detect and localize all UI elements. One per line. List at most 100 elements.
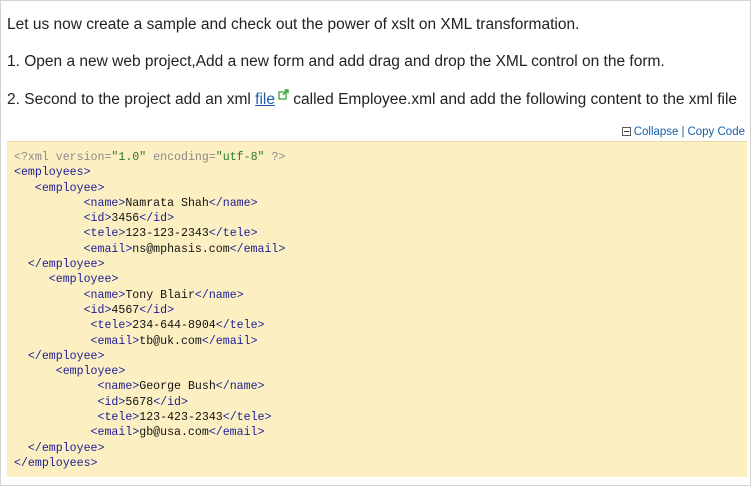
code-token-tag: </tele>: [215, 319, 265, 333]
code-line: <email>gb@usa.com</email>: [14, 425, 285, 440]
code-token-tag: <tele>: [90, 319, 133, 333]
code-token-tag: <id>: [83, 303, 112, 317]
step-two-suffix: called Employee.xml and add the followin…: [288, 91, 738, 108]
code-line: <tele>123-423-2343</tele>: [14, 410, 285, 425]
code-token-tag: <email>: [90, 426, 140, 440]
code-token-text: 123-423-2343: [139, 411, 223, 425]
code-token-tag: <employees>: [14, 166, 91, 180]
code-token-tag: <tele>: [83, 227, 126, 241]
code-line: <employee>: [14, 181, 285, 196]
step-one-text: 1. Open a new web project,Add a new form…: [7, 53, 665, 70]
code-token-tag: <name>: [97, 380, 140, 394]
code-line: <?xml version="1.0" encoding="utf-8" ?>: [14, 150, 285, 165]
code-line: <name>Namrata Shah</name>: [14, 196, 285, 211]
code-line: <employee>: [14, 364, 285, 379]
code-token-tag: <name>: [83, 288, 126, 302]
code-token-tag: <name>: [83, 196, 126, 210]
step-one-paragraph: 1. Open a new web project,Add a new form…: [7, 53, 665, 71]
code-line: <id>4567</id>: [14, 303, 285, 318]
code-token-tag: <id>: [97, 395, 126, 409]
code-line: </employee>: [14, 441, 285, 456]
copy-code-link[interactable]: Copy Code: [687, 126, 745, 138]
code-line: <name>Tony Blair</name>: [14, 288, 285, 303]
external-link-icon[interactable]: [278, 87, 289, 100]
collapse-box-icon[interactable]: [621, 127, 631, 136]
code-token-tag: </name>: [215, 380, 265, 394]
code-token-text: Tony Blair: [125, 288, 195, 302]
code-token-tag: </tele>: [208, 227, 258, 241]
code-token-tag: <employee>: [55, 365, 126, 379]
code-block: <?xml version="1.0" encoding="utf-8" ?> <…: [7, 141, 747, 477]
intro-paragraph: Let us now create a sample and check out…: [7, 16, 579, 34]
code-token-tag: <id>: [83, 212, 112, 226]
toolbar-separator: |: [681, 126, 685, 138]
code-line: <email>tb@uk.com</email>: [14, 334, 285, 349]
code-token-text: 123-123-2343: [125, 227, 209, 241]
code-token-val: "1.0": [111, 151, 147, 164]
code-line: </employee>: [14, 257, 285, 272]
code-token-tag: </employee>: [27, 441, 105, 455]
code-line: <employees>: [14, 165, 285, 180]
code-line: <tele>234-644-8904</tele>: [14, 318, 285, 333]
code-token-tag: <email>: [83, 242, 133, 256]
code-token-text: gb@usa.com: [139, 426, 209, 440]
code-line: </employees>: [14, 456, 285, 471]
code-token-tag: </tele>: [222, 411, 272, 425]
code-token-text: 3456: [111, 212, 140, 226]
code-token-text: 4567: [111, 303, 140, 317]
step-two-paragraph: 2. Second to the project add an xml file…: [7, 89, 738, 109]
code-token-text: 5678: [125, 395, 154, 409]
code-token-tag: </email>: [208, 426, 265, 440]
intro-text: Let us now create a sample and check out…: [7, 16, 580, 33]
code-token-text: 234-644-8904: [132, 319, 216, 333]
code-token-text: George Bush: [139, 380, 216, 394]
file-link[interactable]: file: [255, 91, 275, 108]
code-line: <name>George Bush</name>: [14, 379, 285, 394]
code-token-tag: </employees>: [14, 456, 98, 470]
code-toolbar: Collapse | Copy Code: [621, 126, 745, 138]
code-token-tag: </employee>: [27, 349, 105, 363]
code-token-tag: <employee>: [34, 181, 105, 195]
xml-code: <?xml version="1.0" encoding="utf-8" ?> <…: [14, 150, 285, 471]
code-token-tag: </name>: [194, 288, 244, 302]
collapse-link[interactable]: Collapse: [634, 126, 679, 138]
code-token-tag: </id>: [153, 395, 188, 409]
code-token-tag: </id>: [139, 303, 175, 317]
code-token-pi: <?xml version=: [14, 151, 112, 164]
code-token-tag: <email>: [90, 334, 140, 348]
code-token-text: tb@uk.com: [139, 334, 202, 348]
code-line: <id>5678</id>: [14, 395, 285, 410]
code-token-val: "utf-8": [215, 151, 265, 164]
step-two-prefix: 2. Second to the project add an xml: [7, 91, 256, 108]
code-token-pi: ?>: [264, 151, 286, 164]
code-token-tag: </name>: [208, 196, 258, 210]
code-token-tag: </employee>: [27, 258, 105, 272]
code-token-tag: <tele>: [97, 411, 140, 425]
code-line: <tele>123-123-2343</tele>: [14, 226, 285, 241]
code-token-pi: encoding=: [146, 151, 216, 164]
code-token-tag: </id>: [139, 212, 175, 226]
code-token-tag: <employee>: [48, 273, 119, 287]
code-token-tag: </email>: [201, 334, 258, 348]
code-token-text: ns@mphasis.com: [132, 242, 230, 256]
code-line: <id>3456</id>: [14, 211, 285, 226]
code-line: <employee>: [14, 272, 285, 287]
code-token-text: Namrata Shah: [125, 196, 209, 210]
